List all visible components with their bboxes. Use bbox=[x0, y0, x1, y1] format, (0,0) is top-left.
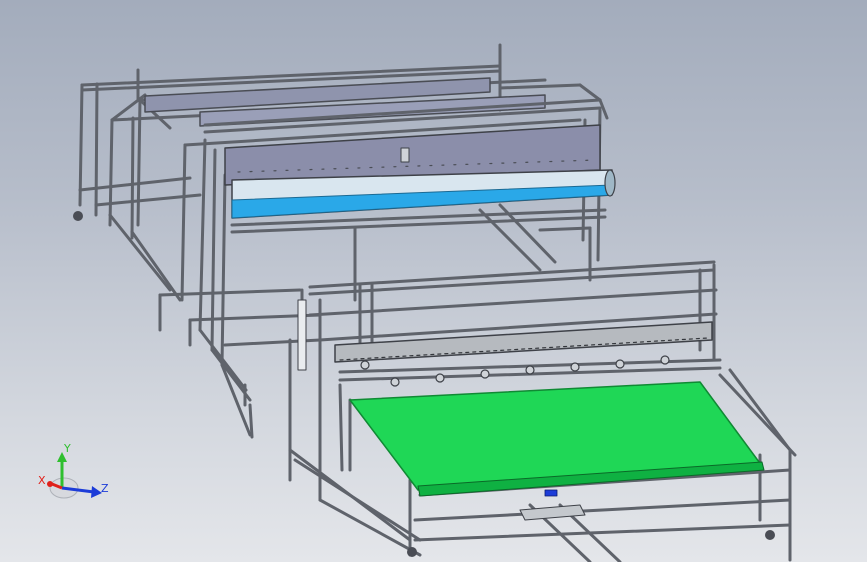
axis-triad-graphic bbox=[47, 452, 102, 499]
cylinder bbox=[297, 299, 307, 371]
axis-label-z: Z bbox=[101, 482, 109, 495]
machine-assembly-model bbox=[73, 43, 797, 562]
axis-triad: Y X Z bbox=[38, 440, 118, 510]
cad-viewport[interactable]: Y X Z bbox=[0, 0, 867, 562]
axis-label-x: X bbox=[38, 474, 46, 487]
axis-label-y: Y bbox=[64, 442, 71, 455]
